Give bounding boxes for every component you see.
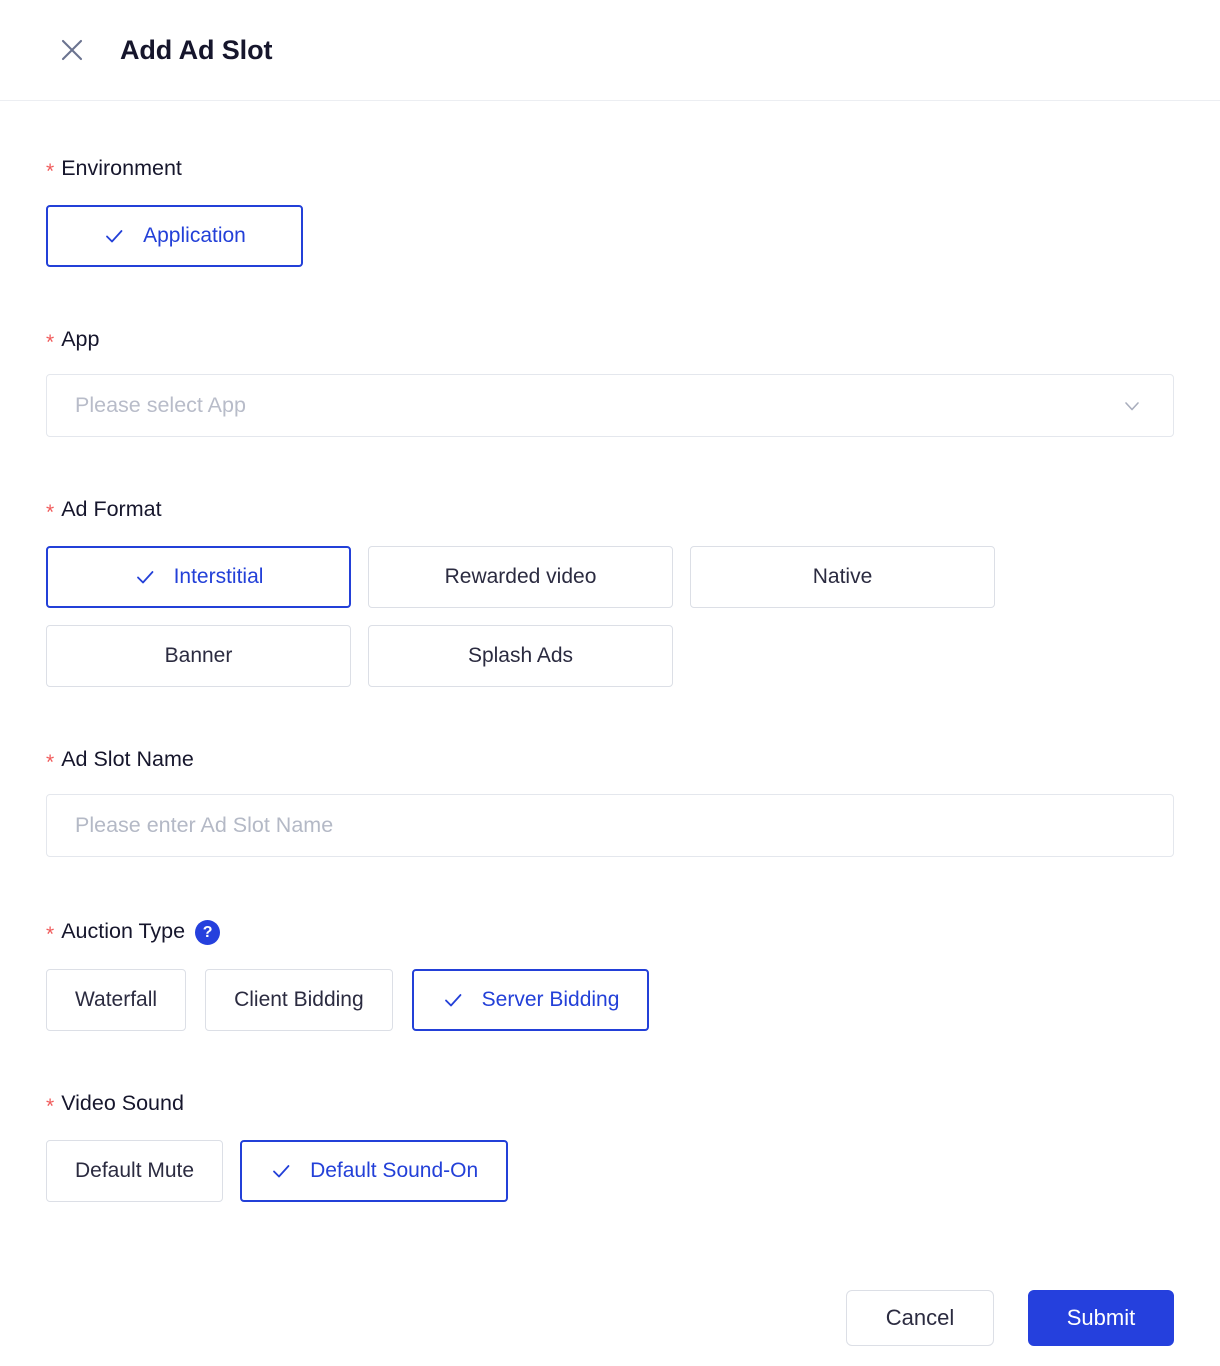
check-icon — [270, 1160, 292, 1182]
option-label: Server Bidding — [482, 988, 620, 1012]
ad-slot-name-input[interactable]: Please enter Ad Slot Name — [46, 794, 1174, 857]
option-label: Client Bidding — [234, 988, 364, 1012]
option-interstitial[interactable]: Interstitial — [46, 546, 351, 608]
label-text: Video Sound — [61, 1093, 184, 1115]
close-icon[interactable] — [55, 33, 89, 67]
option-default-mute[interactable]: Default Mute — [46, 1140, 223, 1202]
option-label: Default Sound-On — [310, 1159, 478, 1183]
option-default-sound-on[interactable]: Default Sound-On — [240, 1140, 508, 1202]
cancel-button[interactable]: Cancel — [846, 1290, 994, 1346]
auction-type-options: Waterfall Client Bidding — [46, 969, 1174, 1031]
label-ad-slot-name: * Ad Slot Name — [46, 749, 1174, 771]
option-label: Splash Ads — [468, 644, 573, 668]
option-server-bidding[interactable]: Server Bidding — [412, 969, 650, 1031]
option-waterfall[interactable]: Waterfall — [46, 969, 186, 1031]
option-label: Application — [143, 224, 246, 248]
check-icon — [103, 225, 125, 247]
page-title: Add Ad Slot — [120, 37, 272, 64]
ad-format-options: Interstitial Rewarded video — [46, 546, 1174, 687]
field-app: * App Please select App — [46, 329, 1174, 438]
required-marker: * — [46, 1096, 54, 1117]
option-client-bidding[interactable]: Client Bidding — [205, 969, 393, 1031]
app-select[interactable]: Please select App — [46, 374, 1174, 437]
field-environment: * Environment Application — [46, 158, 1174, 267]
option-label: Banner — [165, 644, 233, 668]
required-marker: * — [46, 752, 54, 773]
label-text: App — [61, 329, 99, 351]
label-video-sound: * Video Sound — [46, 1093, 1174, 1115]
field-ad-slot-name: * Ad Slot Name Please enter Ad Slot Name — [46, 749, 1174, 858]
option-label: Default Mute — [75, 1159, 194, 1183]
check-icon — [442, 989, 464, 1011]
required-marker: * — [46, 924, 54, 945]
required-marker: * — [46, 502, 54, 523]
video-sound-options: Default Mute Default Sound-On — [46, 1140, 1174, 1202]
option-label: Rewarded video — [445, 565, 597, 589]
environment-options: Application — [46, 205, 1174, 267]
field-video-sound: * Video Sound Default Mute — [46, 1093, 1174, 1202]
field-auction-type: * Auction Type ? Waterfall — [46, 919, 1174, 1031]
option-rewarded-video[interactable]: Rewarded video — [368, 546, 673, 608]
field-ad-format: * Ad Format Interstitial — [46, 499, 1174, 687]
option-splash-ads[interactable]: Splash Ads — [368, 625, 673, 687]
app-select-placeholder: Please select App — [75, 395, 1119, 417]
submit-button[interactable]: Submit — [1028, 1290, 1174, 1346]
add-ad-slot-dialog: Add Ad Slot * Environment Application — [0, 0, 1220, 1366]
label-text: Ad Slot Name — [61, 749, 194, 771]
label-auction-type: * Auction Type ? — [46, 919, 1174, 944]
ad-slot-name-placeholder: Please enter Ad Slot Name — [75, 815, 1153, 837]
help-icon[interactable]: ? — [195, 920, 220, 945]
option-label: Interstitial — [174, 565, 264, 589]
option-label: Waterfall — [75, 988, 157, 1012]
option-native[interactable]: Native — [690, 546, 995, 608]
dialog-body: * Environment Application * App — [0, 101, 1220, 1366]
dialog-header: Add Ad Slot — [0, 0, 1220, 101]
dialog-footer: Cancel Submit — [0, 1270, 1220, 1366]
required-marker: * — [46, 332, 54, 353]
required-marker: * — [46, 161, 54, 182]
label-text: Environment — [61, 158, 182, 180]
label-ad-format: * Ad Format — [46, 499, 1174, 521]
check-icon — [134, 566, 156, 588]
label-text: Auction Type — [61, 921, 185, 943]
option-label: Native — [813, 565, 873, 589]
chevron-down-icon — [1119, 393, 1145, 419]
option-banner[interactable]: Banner — [46, 625, 351, 687]
label-text: Ad Format — [61, 499, 161, 521]
option-application[interactable]: Application — [46, 205, 303, 267]
label-environment: * Environment — [46, 158, 1174, 180]
label-app: * App — [46, 329, 1174, 351]
